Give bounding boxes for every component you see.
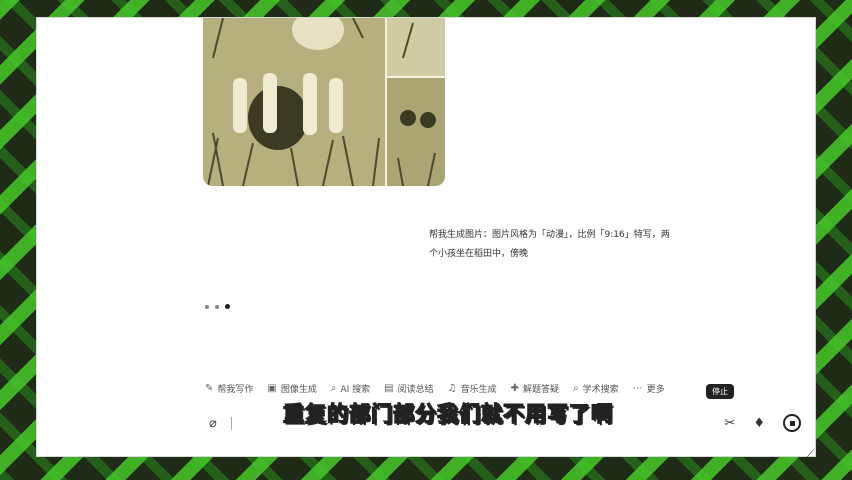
user-prompt-message: 帮我生成图片：图片风格为「动漫」，比例「9:16」特写，两 个小孩坐在稻田中，傍… (429, 226, 729, 264)
tool-label: 帮我写作 (217, 385, 254, 395)
stop-generation-button[interactable] (783, 414, 801, 432)
more-icon: ⋯ (632, 383, 643, 394)
input-divider (231, 417, 232, 430)
book-icon: ▤ (384, 383, 394, 394)
tool-academic-search[interactable]: ⌕ 学术搜索 (573, 382, 619, 395)
tool-image-generation[interactable]: ▣ 图像生成 (267, 382, 316, 395)
input-actions: ✂ ♦ (724, 414, 801, 432)
tool-label: AI 搜索 (340, 385, 371, 395)
microphone-icon[interactable]: ♦ (753, 416, 765, 431)
academic-search-icon: ⌕ (573, 383, 579, 394)
music-icon: ♫ (447, 383, 457, 394)
pen-icon: ✎ (205, 383, 214, 394)
tool-music-generation[interactable]: ♫ 音乐生成 (448, 382, 497, 395)
tool-label: 图像生成 (280, 385, 317, 395)
loading-dot (225, 304, 230, 309)
tool-problem-solving[interactable]: ✚ 解题答疑 (511, 382, 559, 395)
video-subtitle: 重复的部门部分我们就不用写了啊 (282, 401, 613, 426)
attach-icon[interactable]: ⌀ (209, 416, 217, 431)
tool-reading-summary[interactable]: ▤ 阅读总结 (384, 382, 433, 395)
solve-icon: ✚ (510, 383, 520, 394)
tool-label: 更多 (646, 385, 665, 395)
scissors-icon[interactable]: ✂ (724, 416, 735, 431)
loading-dot (205, 304, 209, 309)
loading-indicator (205, 304, 230, 309)
tool-label: 阅读总结 (397, 385, 434, 395)
tool-label: 音乐生成 (460, 385, 497, 395)
tool-writing[interactable]: ✎ 帮我写作 (205, 382, 253, 395)
chat-window: 帮我生成图片：图片风格为「动漫」，比例「9:16」特写，两 个小孩坐在稻田中，傍… (37, 18, 815, 456)
tool-label: 解题答疑 (523, 385, 560, 395)
prompt-line-1: 帮我生成图片：图片风格为「动漫」，比例「9:16」特写，两 (429, 230, 670, 240)
image-icon: ▣ (267, 383, 277, 394)
tool-label: 学术搜索 (582, 385, 619, 395)
tool-ai-search[interactable]: ⌕ AI 搜索 (331, 382, 370, 395)
generated-image-art (203, 18, 445, 186)
ai-search-icon: ⌕ (330, 383, 337, 394)
stop-icon (789, 420, 795, 426)
tool-more[interactable]: ⋯ 更多 (633, 382, 665, 395)
resize-handle-icon[interactable]: ⟋ (807, 449, 814, 460)
generated-image[interactable] (203, 18, 445, 186)
stop-tooltip: 停止 (706, 384, 734, 399)
loading-dot (215, 304, 219, 309)
prompt-line-2: 个小孩坐在稻田中，傍晚 (429, 249, 529, 259)
